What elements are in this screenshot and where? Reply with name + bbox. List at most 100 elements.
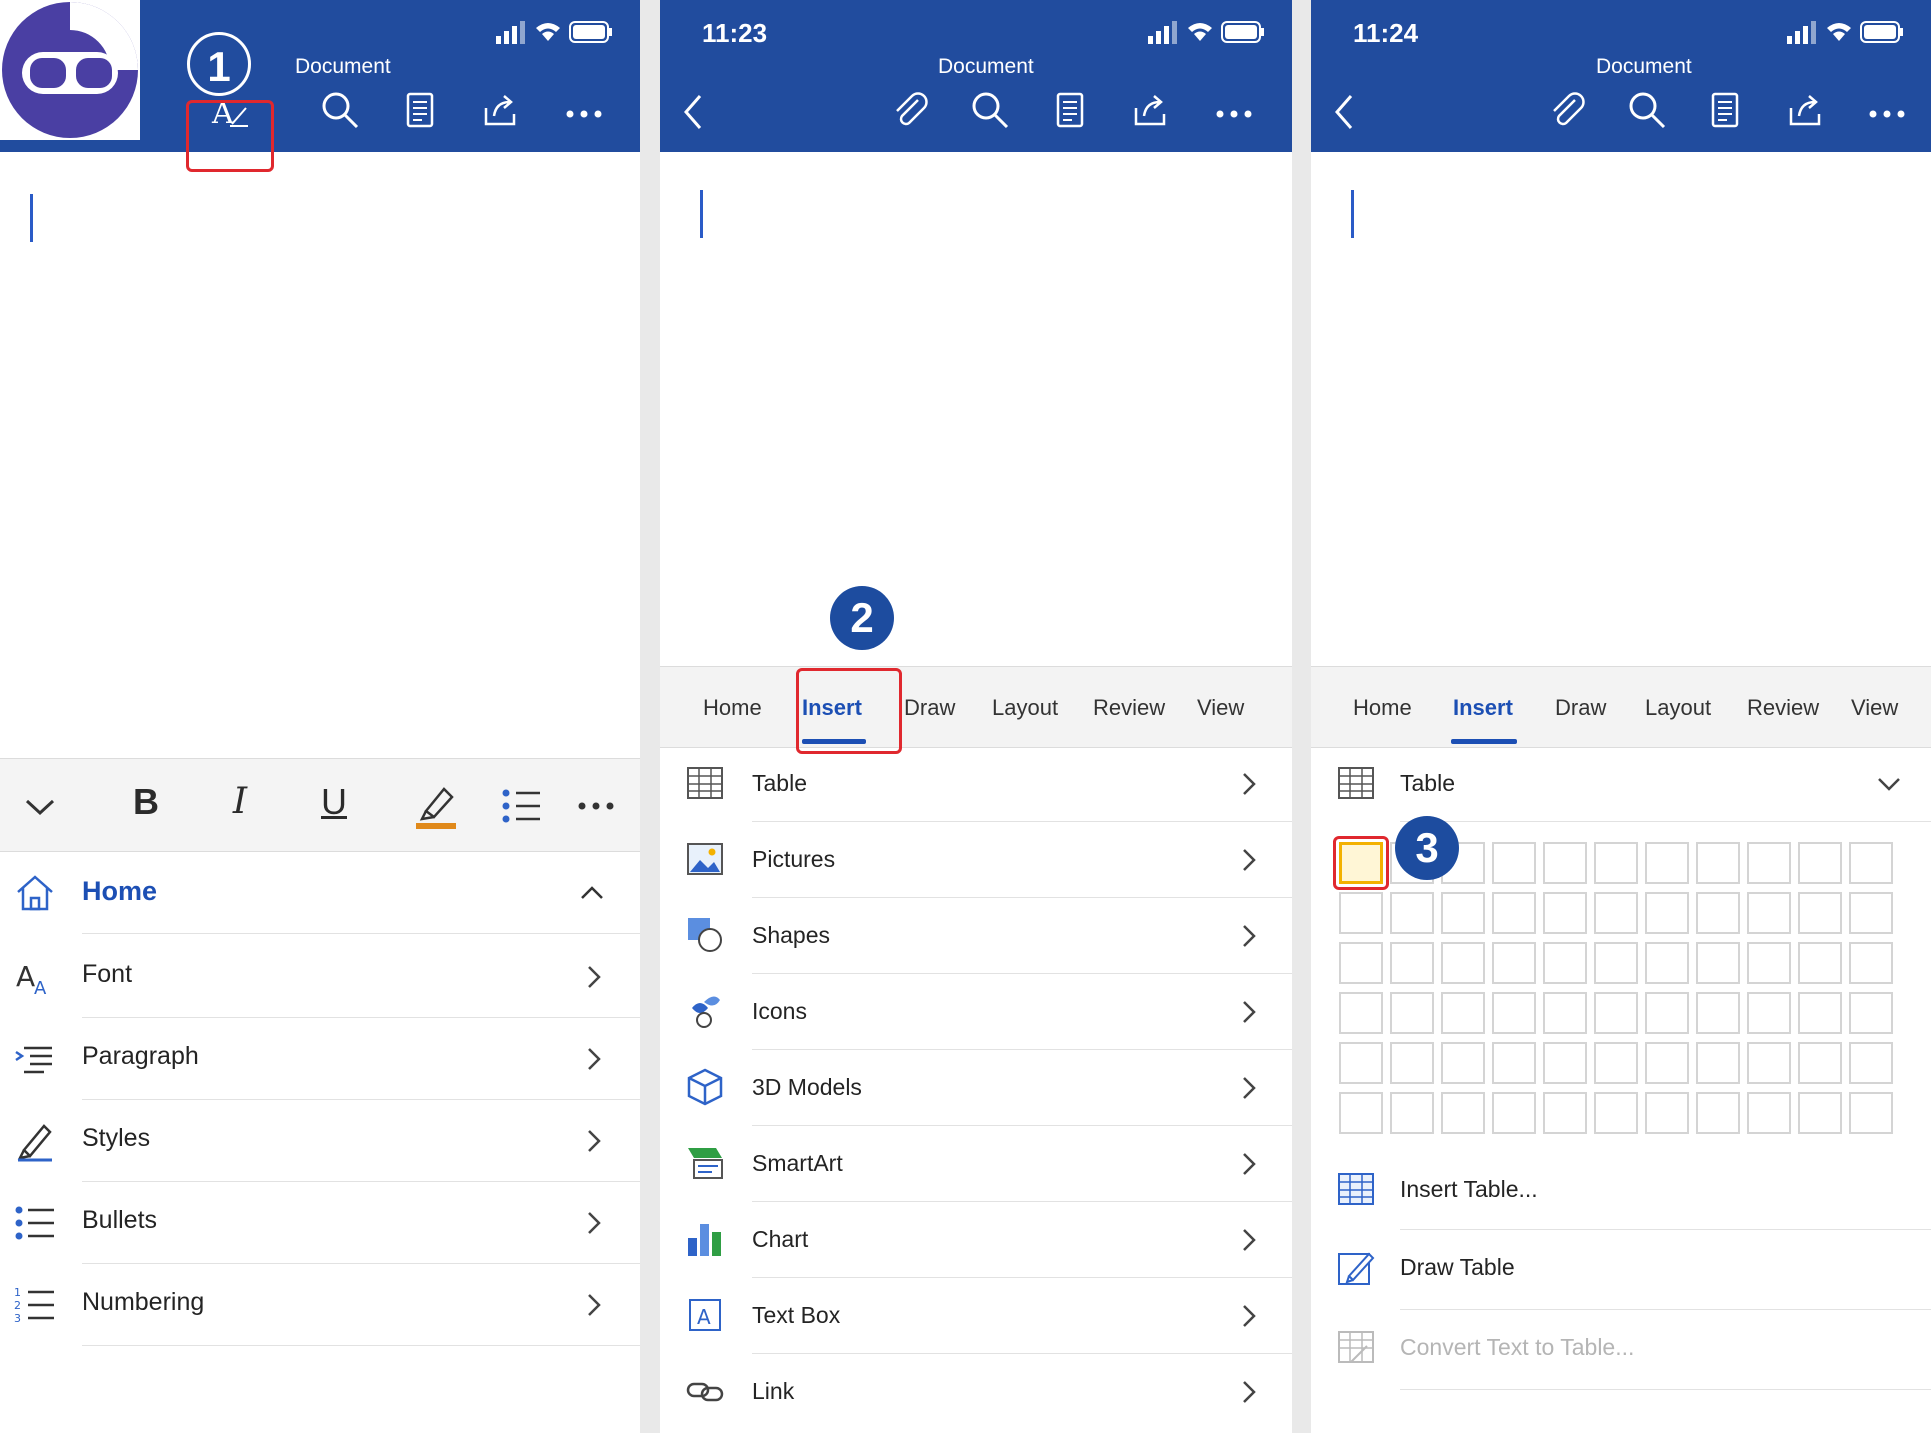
grid-cell[interactable] (1441, 992, 1485, 1034)
grid-cell[interactable] (1798, 942, 1842, 984)
tab-draw[interactable]: Draw (1555, 695, 1606, 721)
grid-cell[interactable] (1696, 842, 1740, 884)
grid-cell[interactable] (1849, 842, 1893, 884)
grid-cell[interactable] (1594, 892, 1638, 934)
grid-cell[interactable] (1492, 892, 1536, 934)
grid-cell[interactable] (1492, 992, 1536, 1034)
tab-home[interactable]: Home (1353, 695, 1412, 721)
grid-cell[interactable] (1747, 992, 1791, 1034)
grid-cell[interactable] (1594, 942, 1638, 984)
grid-cell[interactable] (1747, 892, 1791, 934)
tab-layout[interactable]: Layout (1645, 695, 1711, 721)
grid-cell[interactable] (1492, 842, 1536, 884)
menu-item-numbering[interactable]: 123 Numbering (0, 1264, 640, 1346)
grid-cell[interactable] (1798, 1092, 1842, 1134)
grid-cell[interactable] (1492, 942, 1536, 984)
grid-cell[interactable] (1390, 942, 1434, 984)
collapse-chevron-icon[interactable] (20, 781, 60, 831)
back-chevron-icon[interactable] (678, 92, 708, 132)
grid-cell[interactable] (1390, 992, 1434, 1034)
grid-cell[interactable] (1492, 1092, 1536, 1134)
grid-cell[interactable] (1492, 1042, 1536, 1084)
more-icon[interactable] (1867, 90, 1907, 130)
more-format-icon[interactable] (576, 781, 616, 831)
grid-cell[interactable] (1849, 1042, 1893, 1084)
grid-cell[interactable] (1645, 992, 1689, 1034)
grid-cell[interactable] (1441, 942, 1485, 984)
grid-cell[interactable] (1543, 892, 1587, 934)
grid-cell[interactable] (1849, 892, 1893, 934)
grid-cell[interactable] (1441, 1092, 1485, 1134)
tab-draw[interactable]: Draw (904, 695, 955, 721)
menu-home-header[interactable]: Home (0, 852, 640, 934)
search-icon[interactable] (970, 90, 1010, 130)
menu-item-font[interactable]: AA Font (0, 936, 640, 1018)
menu-item-paragraph[interactable]: Paragraph (0, 1018, 640, 1100)
grid-cell[interactable] (1339, 1042, 1383, 1084)
grid-cell[interactable] (1645, 1042, 1689, 1084)
tab-layout[interactable]: Layout (992, 695, 1058, 721)
grid-cell[interactable] (1696, 892, 1740, 934)
notes-icon[interactable] (1705, 90, 1745, 130)
insert-item-pictures[interactable]: Pictures (660, 822, 1292, 898)
grid-cell[interactable] (1747, 1042, 1791, 1084)
grid-cell[interactable] (1543, 842, 1587, 884)
grid-cell[interactable] (1390, 1042, 1434, 1084)
grid-cell[interactable] (1594, 1042, 1638, 1084)
grid-cell[interactable] (1849, 942, 1893, 984)
grid-cell[interactable] (1747, 942, 1791, 984)
grid-cell[interactable] (1339, 942, 1383, 984)
share-icon[interactable] (1785, 90, 1825, 130)
grid-cell[interactable] (1543, 992, 1587, 1034)
insert-item-text-box[interactable]: A Text Box (660, 1278, 1292, 1354)
grid-cell[interactable] (1441, 892, 1485, 934)
highlighter-icon[interactable] (412, 781, 460, 831)
insert-item-icons[interactable]: Icons (660, 974, 1292, 1050)
grid-cell[interactable] (1543, 1092, 1587, 1134)
share-icon[interactable] (1130, 90, 1170, 130)
bullet-list-icon[interactable] (500, 781, 544, 831)
action-draw-table[interactable]: Draw Table (1311, 1230, 1931, 1310)
bold-button[interactable]: B (126, 781, 166, 831)
grid-cell[interactable] (1798, 892, 1842, 934)
grid-cell[interactable] (1594, 992, 1638, 1034)
menu-item-styles[interactable]: Styles (0, 1100, 640, 1182)
grid-cell[interactable] (1798, 842, 1842, 884)
notes-icon[interactable] (400, 90, 440, 130)
grid-cell[interactable] (1645, 892, 1689, 934)
grid-cell[interactable] (1645, 942, 1689, 984)
grid-cell[interactable] (1339, 892, 1383, 934)
attachment-icon[interactable] (1547, 90, 1587, 130)
grid-cell[interactable] (1390, 892, 1434, 934)
grid-cell[interactable] (1339, 992, 1383, 1034)
italic-button[interactable]: I (220, 781, 260, 831)
insert-item-shapes[interactable]: Shapes (660, 898, 1292, 974)
grid-cell[interactable] (1696, 1092, 1740, 1134)
search-icon[interactable] (320, 90, 360, 130)
grid-cell[interactable] (1747, 1092, 1791, 1134)
grid-cell[interactable] (1696, 1042, 1740, 1084)
search-icon[interactable] (1627, 90, 1667, 130)
tab-view[interactable]: View (1197, 695, 1244, 721)
grid-cell[interactable] (1798, 1042, 1842, 1084)
grid-cell[interactable] (1543, 1042, 1587, 1084)
tab-review[interactable]: Review (1747, 695, 1819, 721)
grid-cell[interactable] (1645, 1092, 1689, 1134)
grid-cell[interactable] (1849, 992, 1893, 1034)
insert-item-link[interactable]: Link (660, 1354, 1292, 1430)
insert-item-table[interactable]: Table (660, 746, 1292, 822)
share-icon[interactable] (480, 90, 520, 130)
insert-item-smartart[interactable]: SmartArt (660, 1126, 1292, 1202)
grid-cell[interactable] (1594, 1092, 1638, 1134)
underline-button[interactable]: U (314, 781, 354, 831)
grid-cell[interactable] (1390, 1092, 1434, 1134)
grid-cell[interactable] (1441, 1042, 1485, 1084)
tab-insert[interactable]: Insert (1453, 695, 1513, 721)
grid-cell[interactable] (1849, 1092, 1893, 1134)
grid-cell[interactable] (1594, 842, 1638, 884)
grid-cell[interactable] (1339, 1092, 1383, 1134)
grid-cell[interactable] (1543, 942, 1587, 984)
insert-item-chart[interactable]: Chart (660, 1202, 1292, 1278)
grid-cell[interactable] (1645, 842, 1689, 884)
action-insert-table[interactable]: Insert Table... (1311, 1152, 1931, 1230)
